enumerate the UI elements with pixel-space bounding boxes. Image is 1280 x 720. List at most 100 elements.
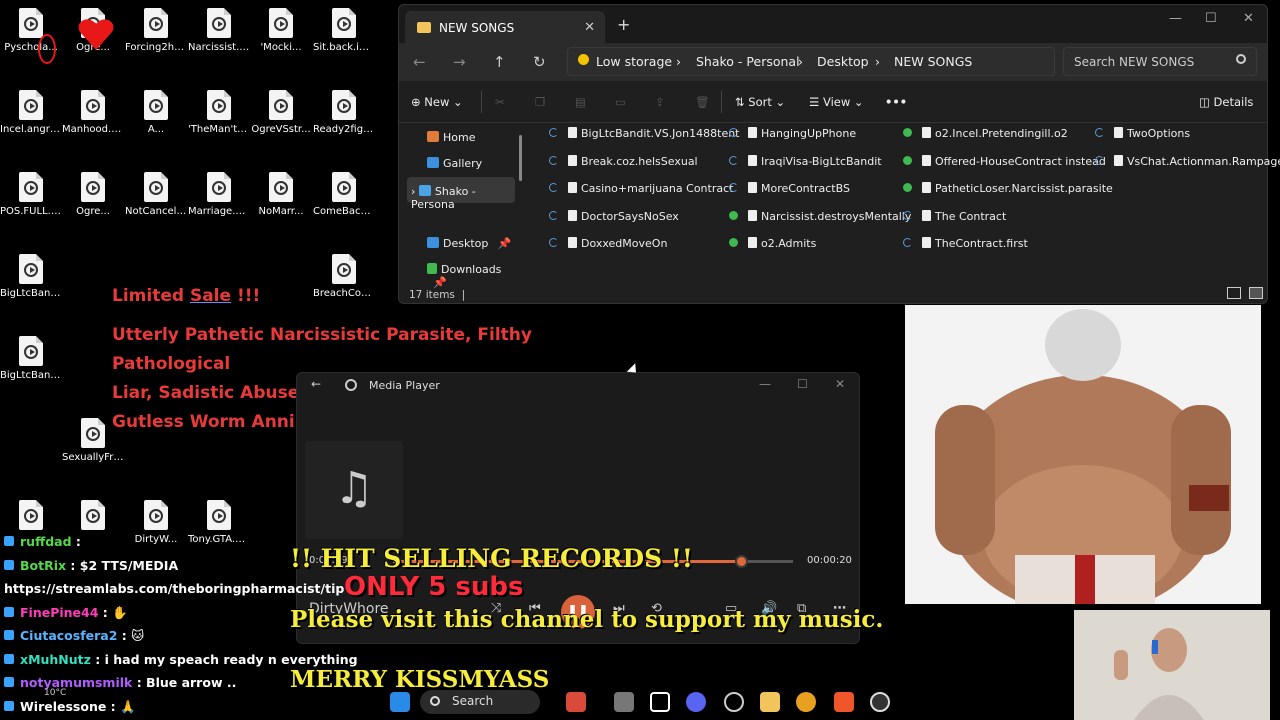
chat-text: https://streamlabs.com/theboringpharmaci… bbox=[4, 581, 345, 596]
nav-scrollbar[interactable] bbox=[519, 135, 522, 181]
file-item[interactable]: PatheticLoser.Narcissist.parasite bbox=[903, 182, 1113, 195]
nav-home[interactable]: Home bbox=[427, 131, 475, 144]
view-button[interactable]: ☰ View ⌄ bbox=[809, 95, 864, 109]
forward-arrow-icon[interactable]: → bbox=[453, 53, 466, 71]
breadcrumb-low-storage[interactable]: Low storage bbox=[596, 54, 672, 69]
obs-icon[interactable] bbox=[724, 692, 744, 712]
sort-button[interactable]: ⇅ Sort ⌄ bbox=[735, 95, 785, 109]
copy-icon[interactable]: ❐ bbox=[535, 95, 545, 109]
nav-desktop[interactable]: Desktop 📌 bbox=[427, 237, 512, 250]
paste-icon[interactable]: ▤ bbox=[575, 95, 586, 109]
desktop-icon[interactable]: OgreVSstr... bbox=[250, 90, 312, 135]
minimize-button[interactable]: — bbox=[759, 377, 771, 391]
seek-thumb[interactable] bbox=[735, 555, 748, 568]
desktop-icon-label: OgreVSstr... bbox=[251, 124, 311, 135]
file-item[interactable]: HangingUpPhone bbox=[729, 127, 856, 140]
close-tab-icon[interactable]: ✕ bbox=[584, 20, 595, 35]
back-arrow-icon[interactable]: ← bbox=[413, 53, 426, 71]
file-item[interactable]: TwoOptions bbox=[1095, 127, 1190, 140]
desktop-icon[interactable]: NotCancelli... bbox=[125, 172, 187, 217]
nav-gallery[interactable]: Gallery bbox=[427, 157, 482, 170]
nav-downloads[interactable]: Downloads 📌 bbox=[427, 263, 521, 289]
file-explorer-window: NEW SONGS ✕ + — ☐ ✕ ← → ↑ ↻ Low storage … bbox=[398, 4, 1280, 304]
brave-icon[interactable] bbox=[834, 692, 854, 712]
share-icon[interactable]: ⇪ bbox=[655, 95, 665, 109]
file-item[interactable]: TheContract.first bbox=[903, 237, 1028, 250]
desktop-icon[interactable]: Sit.back.idc... bbox=[313, 8, 375, 53]
refresh-icon[interactable]: ↻ bbox=[533, 53, 546, 71]
file-icon bbox=[568, 154, 577, 166]
file-item[interactable]: Break.coz.helsSexual bbox=[549, 154, 698, 168]
file-item[interactable]: The Contract bbox=[903, 209, 1006, 223]
chat-message: FinePine44 : ✋ bbox=[4, 605, 128, 621]
taskbar-search[interactable]: Search bbox=[420, 690, 540, 714]
up-arrow-icon[interactable]: ↑ bbox=[493, 53, 506, 71]
media-player-taskbar-icon[interactable] bbox=[870, 692, 890, 712]
more-options-icon[interactable]: ••• bbox=[885, 95, 907, 109]
nav-shako-personal[interactable]: › Shako - Persona bbox=[411, 185, 521, 211]
maximize-button[interactable]: ☐ bbox=[1205, 11, 1217, 26]
red-circle-annotation bbox=[38, 34, 56, 64]
details-button[interactable]: ◫ Details bbox=[1199, 95, 1253, 109]
new-button[interactable]: ⊕ New ⌄ bbox=[411, 95, 463, 109]
search-input[interactable]: Search NEW SONGS bbox=[1063, 47, 1257, 76]
chat-message: Ciutacosfera2 : 🐱 bbox=[4, 628, 144, 643]
desktop-icon[interactable]: 'TheMan'tal... bbox=[188, 90, 250, 135]
file-item[interactable]: DoctorSaysNoSex bbox=[549, 209, 679, 223]
maximize-button[interactable]: ☐ bbox=[797, 377, 808, 391]
file-explorer-icon[interactable] bbox=[760, 692, 780, 712]
desktop-icon[interactable]: DirtyW... bbox=[125, 500, 187, 545]
media-file-icon bbox=[144, 172, 168, 202]
desktop-icon[interactable]: Manhood.H... bbox=[62, 90, 124, 135]
discord-icon[interactable] bbox=[686, 692, 706, 712]
desktop-icon[interactable]: BigLtcBandi... bbox=[0, 336, 62, 381]
desktop-icon[interactable]: Ogre... bbox=[62, 172, 124, 217]
file-item[interactable]: o2.Admits bbox=[729, 237, 816, 250]
details-view-icon[interactable] bbox=[1227, 287, 1241, 299]
file-item[interactable]: VsChat.Actionman.Rampage bbox=[1095, 154, 1280, 168]
chrome-icon[interactable] bbox=[796, 692, 816, 712]
file-item[interactable]: Offered-HouseContract instead bbox=[903, 154, 1106, 168]
back-arrow-icon[interactable]: ← bbox=[311, 377, 321, 391]
desktop-icon[interactable]: NoMarr... bbox=[250, 172, 312, 217]
onedrive-icon bbox=[418, 185, 431, 196]
file-item[interactable]: Casino+marijuana Contract bbox=[549, 182, 733, 195]
file-item[interactable]: BigLtcBandit.VS.Jon1488tent bbox=[549, 127, 740, 140]
file-item[interactable]: o2.Incel.Pretendingill.o2 bbox=[903, 127, 1068, 140]
desktop-icon[interactable]: 'Mocki... bbox=[250, 8, 312, 53]
desktop-icon[interactable]: ComeBackl... bbox=[313, 172, 375, 217]
desktop-icon[interactable]: BigLtcBandi... bbox=[0, 254, 62, 299]
desktop-icon[interactable] bbox=[0, 500, 62, 534]
desktop-icon[interactable]: Incel.angry... bbox=[0, 90, 62, 135]
windows-start-icon[interactable] bbox=[390, 692, 410, 712]
close-button[interactable]: ✕ bbox=[1243, 11, 1254, 26]
minimize-button[interactable]: — bbox=[1169, 11, 1182, 26]
file-item[interactable]: MoreContractBS bbox=[729, 182, 850, 195]
desktop-icon[interactable] bbox=[62, 500, 124, 534]
file-item[interactable]: IraqiVisa-BigLtcBandit bbox=[729, 154, 882, 168]
desktop-icon[interactable]: A... bbox=[125, 90, 187, 135]
desktop-icon[interactable]: Narcissist.G... bbox=[188, 8, 250, 53]
breadcrumb[interactable]: Low storage › Shako - Personal › Desktop… bbox=[567, 47, 1055, 76]
capcut-icon[interactable] bbox=[650, 692, 670, 712]
rename-icon[interactable]: ▭ bbox=[615, 95, 626, 109]
new-tab-button[interactable]: + bbox=[617, 15, 630, 34]
desktop-icon[interactable]: Marriage.N... bbox=[188, 172, 250, 217]
desktop-icon[interactable]: Tony.GTA.1... bbox=[188, 500, 250, 545]
file-item[interactable]: DoxxedMoveOn bbox=[549, 237, 667, 250]
widgets-icon[interactable] bbox=[566, 692, 586, 712]
desktop-icon[interactable]: Ready2fight... bbox=[313, 90, 375, 135]
breadcrumb-desktop[interactable]: Desktop bbox=[817, 54, 869, 69]
close-button[interactable]: ✕ bbox=[835, 377, 845, 391]
desktop-icon[interactable]: Forcing2he... bbox=[125, 8, 187, 53]
delete-icon[interactable]: 🗑 bbox=[695, 95, 710, 109]
file-item[interactable]: Narcissist.destroysMentally bbox=[729, 209, 911, 223]
cut-icon[interactable]: ✂ bbox=[495, 95, 505, 109]
file-name: Break.coz.helsSexual bbox=[581, 154, 698, 168]
tiles-view-icon[interactable] bbox=[1249, 287, 1263, 299]
task-view-icon[interactable] bbox=[614, 692, 634, 712]
breadcrumb-shako[interactable]: Shako - Personal bbox=[696, 54, 800, 69]
breadcrumb-new-songs[interactable]: NEW SONGS bbox=[894, 54, 972, 69]
tab-new-songs[interactable]: NEW SONGS ✕ bbox=[405, 11, 605, 43]
desktop-icon[interactable]: POS.FULL.N... bbox=[0, 172, 62, 217]
